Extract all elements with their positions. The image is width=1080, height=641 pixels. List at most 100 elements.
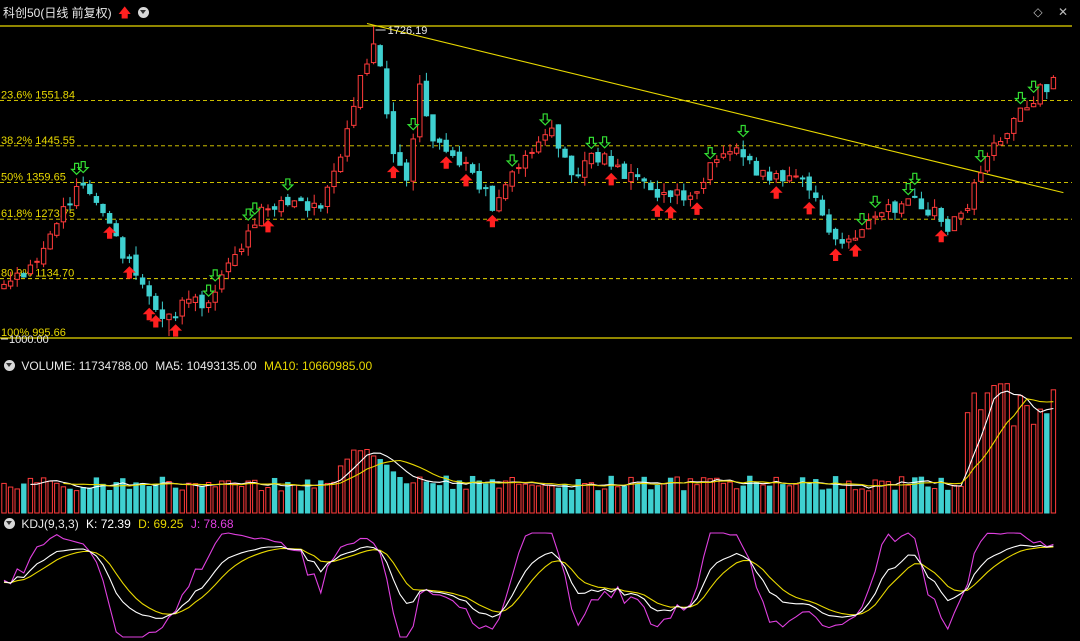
volume-bar [634,483,641,514]
volume-bar [113,482,119,514]
price-panel: 23.6% 1551.84 38.2% 1445.55 50% 1359.65 61.… [0,0,1080,355]
sell-signal-arrow-icon [736,124,750,138]
volume-bar [1030,423,1037,514]
fib-label-38.2%: 38.2% 1445.55 [1,135,75,147]
candle-body [1050,76,1057,90]
candle-body [740,149,746,158]
buy-signal-arrow-icon [690,202,704,215]
buy-signal-arrow-icon [604,172,618,186]
volume-bar [575,479,581,514]
collapse-icon[interactable] [4,360,15,371]
candle-body [964,208,971,211]
volume-bar [714,477,720,514]
volume-bar [311,487,317,514]
kdj-chart[interactable] [0,515,1080,641]
volume-bar [106,489,113,514]
buy-signal-arrow-icon [386,165,400,179]
candle-body [799,177,806,180]
volume-bar [390,471,397,514]
sell-signal-arrow-icon [598,136,612,149]
volume-bar [430,483,436,514]
candle-body [205,302,212,309]
volume-bar [225,480,232,514]
volume-bar [476,480,482,514]
candle-body [219,274,225,290]
candle-body [47,233,53,250]
candle-body [212,291,218,303]
volume-bar [806,483,812,514]
candle-body [766,171,773,181]
candle-body [568,155,575,176]
candle-body [483,187,489,190]
buy-signal-arrow-icon [664,205,678,219]
sell-signal-arrow-icon [584,136,598,150]
volume-bar [608,475,614,514]
volume-bar [826,488,832,514]
buy-signal-arrow-icon [439,156,453,169]
volume-bar [192,483,199,514]
d-label: D: [138,517,151,531]
candle-body [931,206,938,217]
buy-signal-arrow-icon [934,229,948,243]
candle-body [285,196,291,206]
volume-bar [265,486,271,514]
sell-signal-arrow-icon [855,213,869,226]
volume-bar [384,464,390,514]
volume-bar [252,479,258,514]
candle-body [912,195,918,198]
candle-body [93,196,100,203]
volume-bar [351,449,357,514]
volume-bar [298,490,304,514]
candle-body [476,171,482,190]
candle-body [562,148,568,158]
candle-body [489,185,496,211]
volume-chart[interactable] [0,355,1080,515]
collapse-icon[interactable] [4,518,15,529]
candle-body [113,223,119,237]
candle-body [522,154,529,169]
sell-signal-arrow-icon [248,202,262,215]
volume-bar [892,489,898,514]
volume-bar [47,480,53,514]
chart-title: 科创50(日线 前复权) [3,6,112,20]
volume-bar [80,487,86,514]
candle-body [40,247,47,265]
candle-body [364,63,370,74]
candle-body [667,190,674,198]
volume-bar [21,483,27,514]
volume-bar [14,488,20,514]
sell-signal-arrow-icon [868,195,882,209]
volume-bar [331,481,337,514]
red-up-arrow-icon[interactable]: 🡅 [118,4,131,26]
candle-body [700,181,707,189]
candle-body [351,105,357,126]
volume-bar [958,485,964,514]
close-icon[interactable]: ✕ [1058,5,1068,19]
candle-body [27,264,34,275]
volume-bar [865,490,872,514]
candle-body [575,174,581,177]
candle-body [496,197,502,212]
price-chart[interactable]: 23.6% 1551.8438.2% 1445.5550% 1359.6561.… [0,0,1080,355]
candle-body [898,203,905,214]
volume-bar [859,488,865,514]
diamond-icon[interactable]: ◇ [1033,5,1042,19]
candle-body [357,75,364,108]
volume-bar [588,482,595,514]
candle-body [595,151,601,163]
candle-body [780,170,786,182]
candle-body [337,156,344,173]
candle-body [417,83,423,138]
candle-body [991,142,997,157]
volume-bar [813,479,819,514]
volume-bar [562,483,568,514]
candle-body [832,228,839,240]
candle-body [648,182,654,191]
volume-bar [153,484,159,514]
volume-bar [839,489,845,514]
volume-bar [1004,383,1010,514]
volume-bar [232,483,238,514]
buy-signal-arrow-icon [650,204,664,217]
settings-dropdown-icon[interactable] [137,7,149,18]
candle-body [529,151,535,154]
